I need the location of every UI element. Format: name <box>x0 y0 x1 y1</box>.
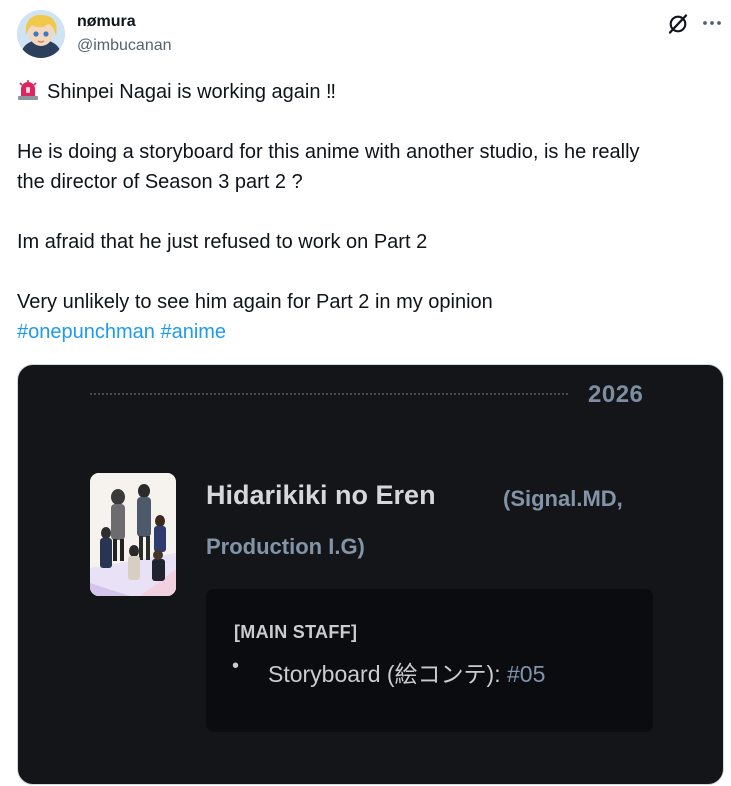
episode-number: #05 <box>507 661 546 687</box>
tweet-media-image[interactable]: 2026 Hidarikiki no Eren (Signal.MD, Prod… <box>17 364 724 785</box>
hashtag-anime[interactable]: #anime <box>160 321 226 343</box>
tweet-line: Shinpei Nagai is working again ‼ <box>17 77 717 107</box>
hashtag-line: #onepunchman #anime <box>17 317 717 347</box>
tweet-body: Shinpei Nagai is working again ‼ He is d… <box>17 77 717 347</box>
year-label: 2026 <box>588 381 644 408</box>
tweet-line-5: Very unlikely to see him again for Part … <box>17 291 493 313</box>
avatar[interactable] <box>17 10 65 58</box>
tweet-line-2: He is doing a storyboard for this anime … <box>17 141 640 163</box>
studio-label-line-2: Production I.G) <box>206 534 365 559</box>
tweet-line-4: Im afraid that he just refused to work o… <box>17 231 428 253</box>
timeline-divider <box>90 393 568 395</box>
anime-poster-illustration-icon <box>90 473 176 596</box>
staff-role-label: Storyboard (絵コンテ): <box>268 661 507 687</box>
anime-title: Hidarikiki no Eren <box>206 480 436 510</box>
display-name[interactable]: nømura <box>77 13 136 31</box>
staff-panel: [MAIN STAFF] • Storyboard (絵コンテ): #05 <box>206 589 653 732</box>
tweet-spacer <box>17 197 717 227</box>
staff-heading: [MAIN STAFF] <box>234 622 358 642</box>
police-siren-icon <box>17 79 39 110</box>
user-handle[interactable]: @imbucanan <box>77 37 172 55</box>
tweet-header: nømura @imbucanan <box>17 10 725 62</box>
tweet-line-3: the director of Season 3 part 2 ? <box>17 171 303 193</box>
anime-character-avatar-icon <box>17 10 65 58</box>
grok-icon[interactable] <box>667 13 689 35</box>
studio-label-line-1: (Signal.MD, <box>503 486 623 511</box>
hashtag-onepunchman[interactable]: #onepunchman <box>17 321 155 343</box>
anime-poster <box>90 473 176 596</box>
tweet-line-1: Shinpei Nagai is working again ‼ <box>47 81 337 103</box>
bullet-point: • <box>232 655 240 677</box>
staff-role-entry: Storyboard (絵コンテ): #05 <box>268 655 545 689</box>
more-options-icon[interactable] <box>701 12 723 34</box>
tweet-spacer <box>17 257 717 287</box>
tweet-spacer <box>17 107 717 137</box>
